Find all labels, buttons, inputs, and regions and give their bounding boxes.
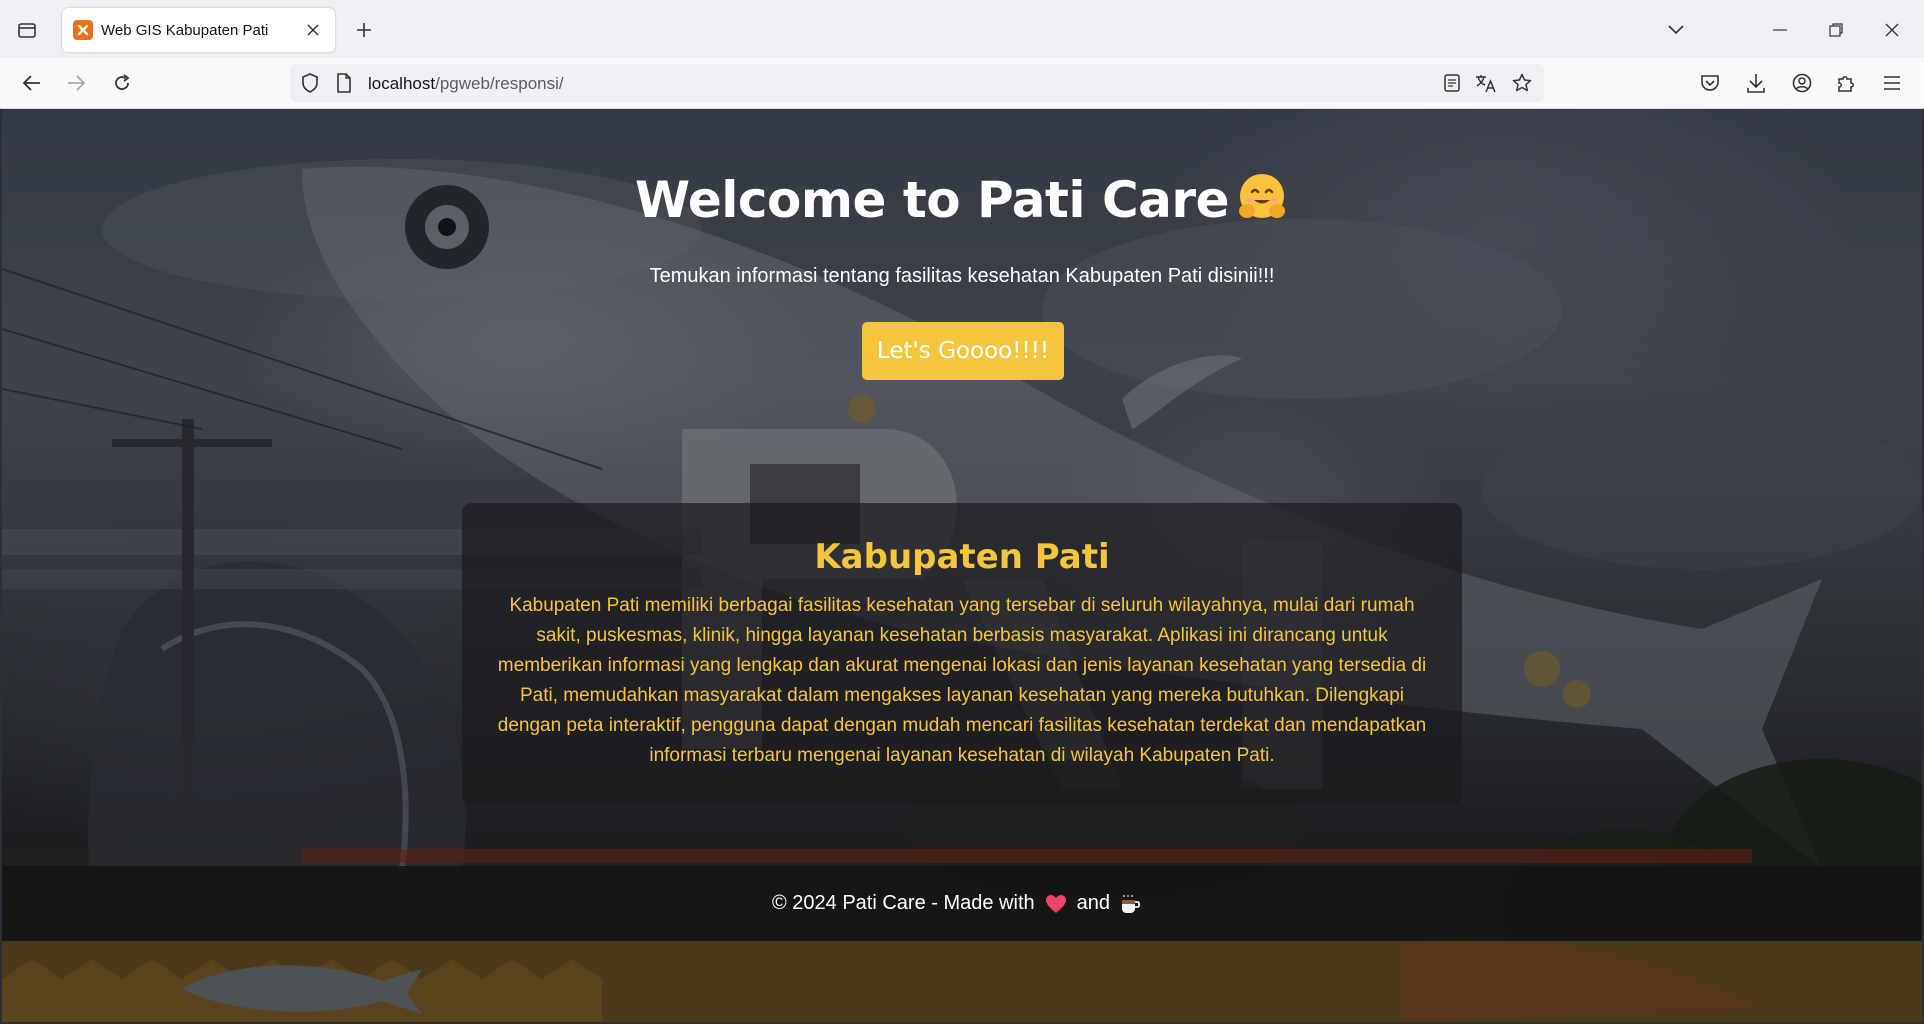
- url-text[interactable]: localhost/pgweb/responsi/: [368, 74, 564, 94]
- account-icon[interactable]: [1786, 67, 1818, 99]
- page-icon[interactable]: [332, 71, 356, 95]
- tab-title: Web GIS Kabupaten Pati: [101, 21, 269, 39]
- hero-title: Welcome to Pati Care: [2, 171, 1922, 229]
- card-description: Kabupaten Pati memiliki berbagai fasilit…: [497, 595, 1427, 766]
- browser-nav-bar: localhost/pgweb/responsi/: [0, 58, 1924, 109]
- new-tab-icon[interactable]: [350, 16, 378, 44]
- minimize-icon[interactable]: [1764, 14, 1796, 46]
- back-arrow-icon[interactable]: [16, 67, 48, 99]
- coffee-icon: [1120, 894, 1142, 914]
- forward-arrow-icon[interactable]: [60, 67, 92, 99]
- url-bar[interactable]: localhost/pgweb/responsi/: [290, 64, 1544, 102]
- url-host: localhost: [368, 74, 436, 93]
- xampp-favicon-icon: [73, 20, 93, 40]
- chevron-down-icon[interactable]: [1660, 14, 1692, 46]
- page-viewport: Welcome to Pati Care Temukan informasi t…: [2, 109, 1922, 1022]
- download-icon[interactable]: [1740, 67, 1772, 99]
- browser-tab-bar: Web GIS Kabupaten Pati: [0, 0, 1924, 58]
- footer-text-and: and: [1076, 892, 1110, 914]
- bookmark-star-icon[interactable]: [1510, 71, 1534, 95]
- url-path: /pgweb/responsi/: [435, 74, 564, 93]
- hugging-face-emoji-icon: [1235, 171, 1289, 225]
- browser-tab-active[interactable]: Web GIS Kabupaten Pati: [62, 8, 335, 52]
- translate-icon[interactable]: [1474, 71, 1498, 95]
- restore-icon[interactable]: [1820, 14, 1852, 46]
- info-card: Kabupaten Pati Kabupaten Pati memiliki b…: [462, 503, 1462, 805]
- pocket-icon[interactable]: [1694, 67, 1726, 99]
- menu-icon[interactable]: [1876, 67, 1908, 99]
- close-window-icon[interactable]: [1876, 14, 1908, 46]
- tab-list-icon[interactable]: [12, 18, 42, 42]
- close-tab-icon[interactable]: [299, 16, 327, 44]
- hero-title-text: Welcome to Pati Care: [635, 171, 1229, 229]
- extensions-icon[interactable]: [1830, 67, 1862, 99]
- lets-go-button[interactable]: Let's Goooo!!!!: [862, 322, 1064, 380]
- heart-icon: [1045, 894, 1067, 914]
- reader-view-icon[interactable]: [1440, 71, 1464, 95]
- shield-icon[interactable]: [298, 71, 322, 95]
- card-title: Kabupaten Pati: [814, 537, 1110, 577]
- footer-text-start: © 2024 Pati Care - Made with: [771, 892, 1035, 914]
- footer: © 2024 Pati Care - Made with and: [2, 866, 1922, 941]
- hero-subtitle: Temukan informasi tentang fasilitas kese…: [649, 265, 1275, 287]
- reload-icon[interactable]: [106, 67, 138, 99]
